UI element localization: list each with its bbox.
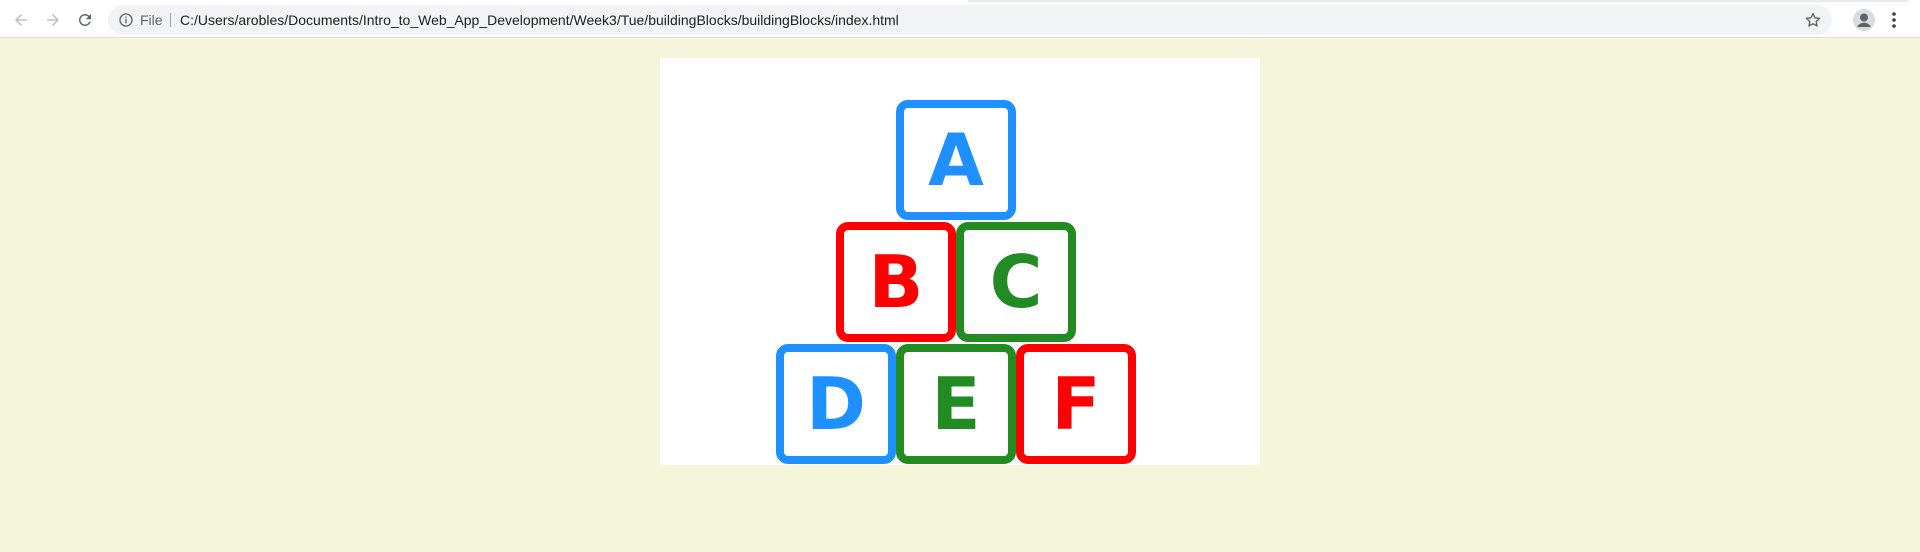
star-icon[interactable] bbox=[1804, 11, 1822, 29]
reload-button[interactable] bbox=[73, 8, 97, 32]
kebab-menu-icon bbox=[1892, 12, 1896, 28]
menu-button[interactable] bbox=[1882, 8, 1906, 32]
tab-strip-edge bbox=[968, 0, 1908, 2]
page-content: A B C D E F bbox=[660, 58, 1260, 465]
browser-toolbar: File C:/Users/arobles/Documents/Intro_to… bbox=[0, 0, 1920, 38]
profile-button[interactable] bbox=[1852, 8, 1876, 32]
url-text[interactable]: C:/Users/arobles/Documents/Intro_to_Web_… bbox=[180, 12, 899, 28]
back-button[interactable] bbox=[9, 8, 33, 32]
profile-icon bbox=[1853, 9, 1875, 31]
scheme-label: File bbox=[140, 12, 163, 28]
omnibox-separator bbox=[170, 13, 171, 27]
block-f: F bbox=[1016, 344, 1136, 464]
block-b: B bbox=[836, 222, 956, 342]
block-d: D bbox=[776, 344, 896, 464]
back-arrow-icon bbox=[15, 14, 27, 26]
forward-button[interactable] bbox=[41, 8, 65, 32]
block-c: C bbox=[956, 222, 1076, 342]
info-icon[interactable] bbox=[118, 12, 134, 28]
block-a: A bbox=[896, 100, 1016, 220]
address-bar[interactable]: File C:/Users/arobles/Documents/Intro_to… bbox=[108, 5, 1832, 35]
block-e: E bbox=[896, 344, 1016, 464]
reload-icon bbox=[79, 13, 91, 26]
forward-arrow-icon bbox=[47, 14, 59, 26]
